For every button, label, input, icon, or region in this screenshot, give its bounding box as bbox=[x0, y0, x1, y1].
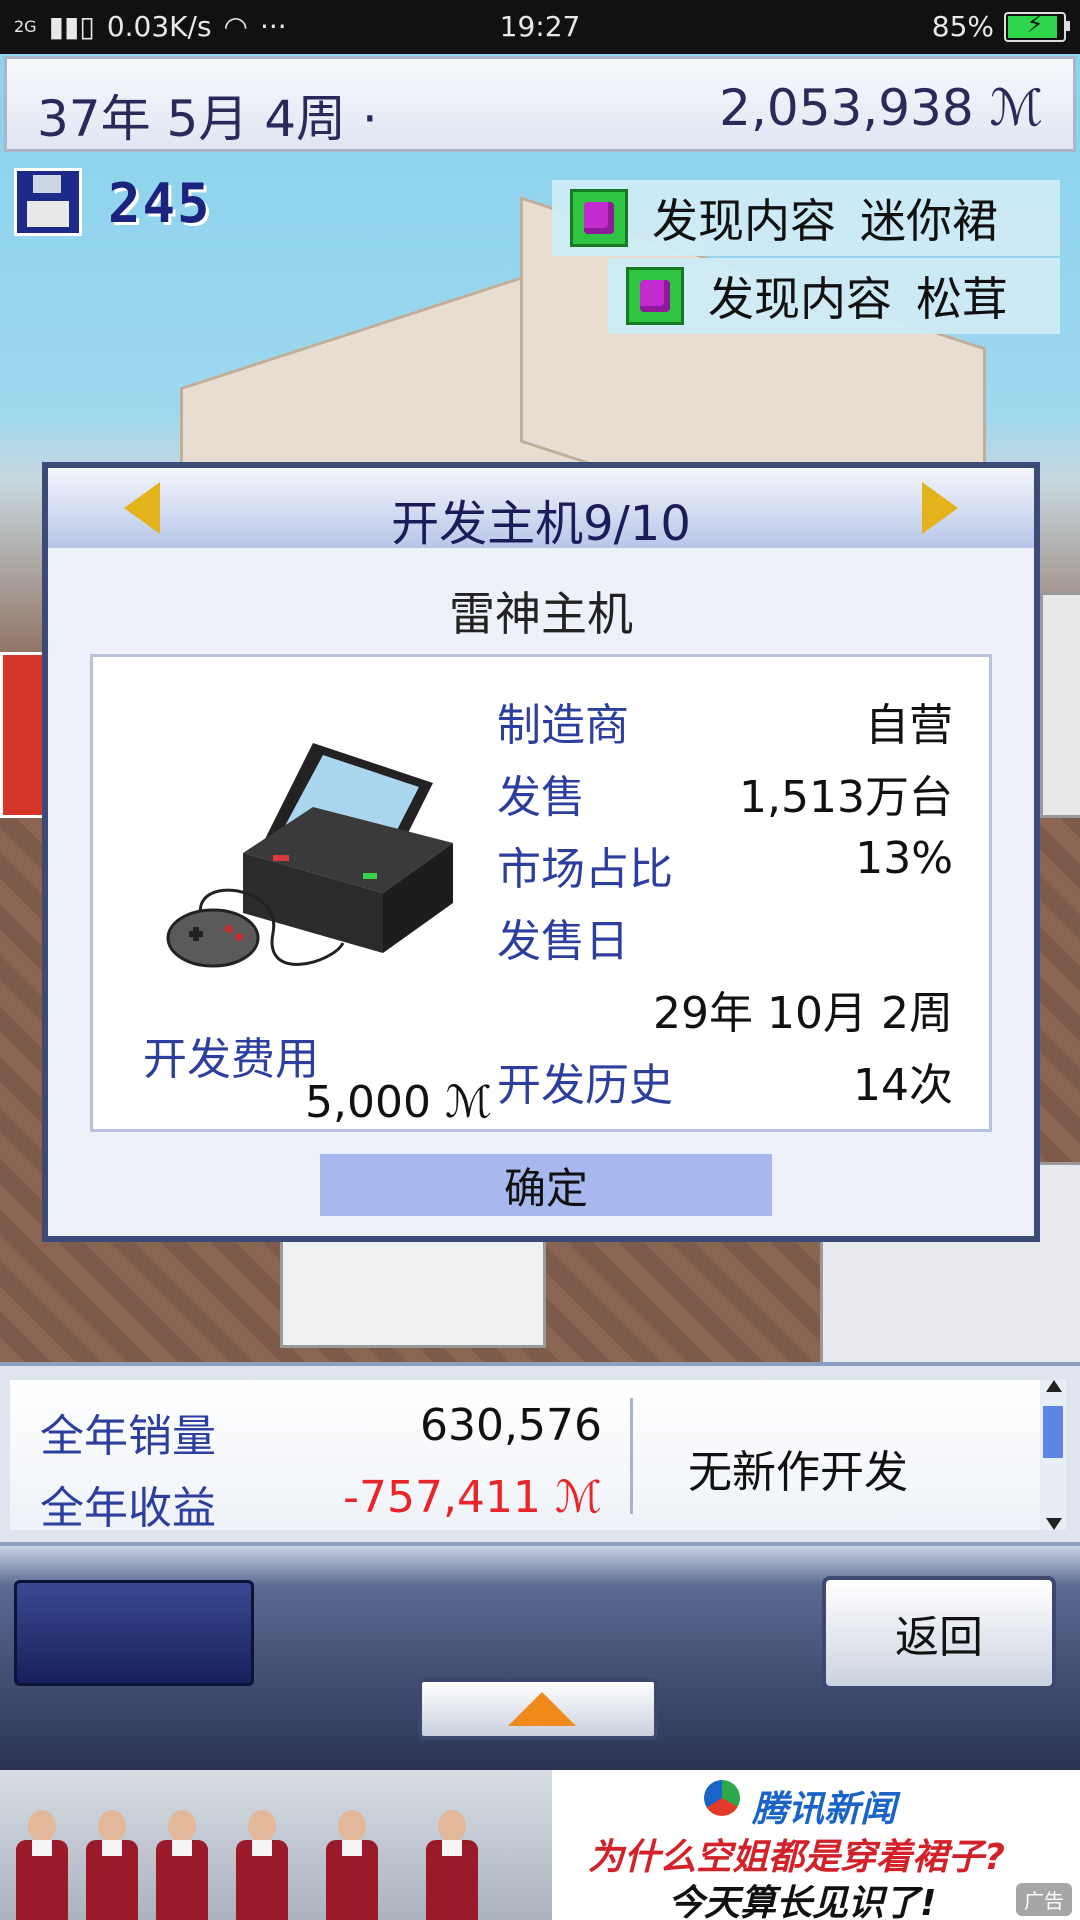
notification-label: 发现内容 bbox=[708, 272, 892, 326]
share-label: 市场占比 bbox=[497, 844, 673, 895]
gem-icon bbox=[570, 189, 628, 247]
next-arrow-icon[interactable] bbox=[922, 482, 958, 534]
release-value: 29年 10月 2周 bbox=[653, 988, 953, 1039]
cost-value: 5,000 ℳ bbox=[305, 1077, 492, 1128]
scroll-down-icon[interactable] bbox=[1046, 1518, 1062, 1530]
save-count: 245 bbox=[108, 172, 212, 235]
funds: 2,053,938 ℳ bbox=[719, 79, 1043, 137]
battery-icon: ⚡ bbox=[1004, 10, 1070, 42]
history-label: 开发历史 bbox=[497, 1060, 673, 1111]
scroll-up-icon[interactable] bbox=[1046, 1380, 1062, 1392]
battery-percent: 85% bbox=[931, 10, 994, 43]
notification-item: 迷你裙 bbox=[860, 194, 998, 248]
game-date: 37年 5月 4周 · bbox=[37, 90, 378, 148]
annual-profit-value: -757,411 ℳ bbox=[343, 1472, 602, 1523]
console-image bbox=[166, 743, 453, 968]
notification-label: 发现内容 bbox=[652, 194, 836, 248]
annual-sales-label: 全年销量 bbox=[40, 1411, 216, 1462]
notification-item: 松茸 bbox=[916, 272, 1008, 326]
vending-machine bbox=[0, 652, 46, 818]
shelf bbox=[1040, 592, 1080, 818]
manufacturer-label: 制造商 bbox=[497, 700, 629, 751]
console-info-panel: 开发费用 5,000 ℳ 制造商 自营 发售 1,513万台 市场占比 13% … bbox=[90, 654, 992, 1132]
ad-brand: 腾讯新闻 bbox=[752, 1789, 897, 1830]
sales-label: 发售 bbox=[497, 772, 585, 823]
share-value: 13% bbox=[855, 833, 953, 884]
gem-icon bbox=[626, 267, 684, 325]
release-label: 发售日 bbox=[497, 916, 629, 967]
notification-toast: 发现内容 迷你裙 bbox=[552, 180, 1060, 256]
top-info-bar: 37年 5月 4周 · 2,053,938 ℳ bbox=[4, 56, 1076, 152]
annual-profit-label: 全年收益 bbox=[40, 1483, 216, 1534]
ad-headline: 为什么空姐都是穿着裙子? bbox=[588, 1837, 1005, 1878]
up-arrow-icon bbox=[508, 1692, 576, 1726]
manufacturer-value: 自营 bbox=[865, 700, 953, 751]
sales-value: 1,513万台 bbox=[739, 772, 953, 823]
ad-photo bbox=[0, 1770, 552, 1920]
bottom-controls: 返回 bbox=[0, 1546, 1080, 1770]
dialog-title: 开发主机9/10 bbox=[391, 496, 691, 552]
ad-subline: 今天算长见识了! bbox=[668, 1883, 937, 1920]
notification-toast: 发现内容 松茸 bbox=[608, 258, 1060, 334]
tencent-news-logo-icon bbox=[704, 1780, 740, 1816]
expand-up-button[interactable] bbox=[418, 1678, 658, 1740]
development-status: 无新作开发 bbox=[688, 1447, 908, 1498]
console-name: 雷神主机 bbox=[449, 587, 633, 641]
back-button[interactable]: 返回 bbox=[822, 1576, 1056, 1690]
stats-card: 全年销量 630,576 全年收益 -757,411 ℳ 无新作开发 bbox=[10, 1380, 1050, 1534]
status-right: 85% ⚡ bbox=[931, 10, 1070, 43]
history-value: 14次 bbox=[853, 1060, 953, 1111]
confirm-button[interactable]: 确定 bbox=[320, 1154, 772, 1216]
stats-bar: 全年销量 630,576 全年收益 -757,411 ℳ 无新作开发 bbox=[0, 1362, 1080, 1546]
floppy-disk-icon bbox=[14, 168, 82, 236]
desk bbox=[280, 1232, 546, 1348]
ad-banner[interactable]: 腾讯新闻 为什么空姐都是穿着裙子? 今天算长见识了! 广告 bbox=[0, 1770, 1080, 1920]
annual-sales-value: 630,576 bbox=[420, 1400, 602, 1451]
status-time: 19:27 bbox=[499, 10, 581, 43]
scroll-thumb[interactable] bbox=[1043, 1406, 1063, 1458]
console-dialog: 开发主机9/10 雷神主机 开发费用 5,000 ℳ 制造商 自营 发售 1,5… bbox=[42, 462, 1040, 1242]
divider bbox=[630, 1398, 633, 1514]
ad-tag: 广告 bbox=[1016, 1883, 1072, 1916]
dialog-header: 开发主机9/10 bbox=[48, 468, 1034, 552]
status-bar: 2G ▮▮▯ 0.03K/s ◠ ··· 19:27 85% ⚡ bbox=[0, 0, 1080, 54]
cost-label: 开发费用 bbox=[143, 1034, 319, 1085]
stats-scrollbar[interactable] bbox=[1040, 1380, 1066, 1530]
blank-panel bbox=[14, 1580, 254, 1686]
